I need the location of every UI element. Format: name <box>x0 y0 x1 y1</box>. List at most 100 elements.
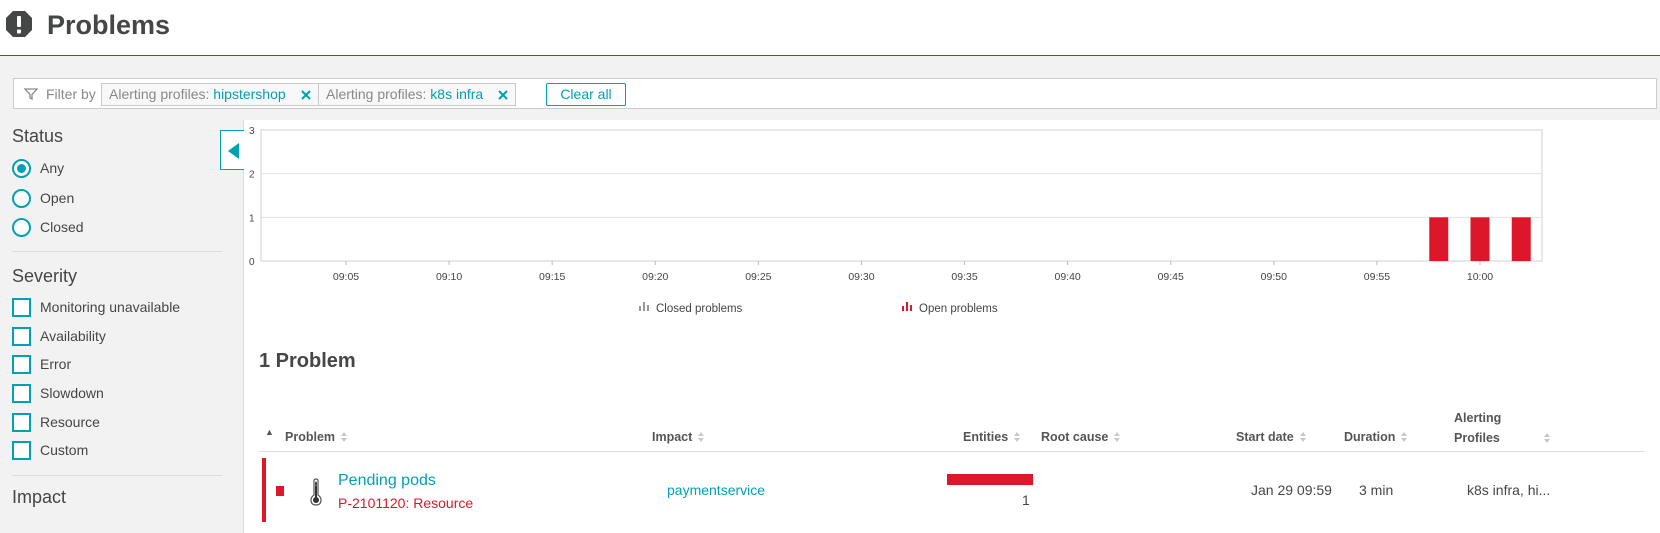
impact-heading: Impact <box>12 487 67 507</box>
status-option-closed[interactable]: Closed <box>12 216 84 238</box>
table-row[interactable]: Pending pods P-2101120: Resource payment… <box>259 458 1644 528</box>
column-label: Duration <box>1344 430 1396 444</box>
filter-bar[interactable]: Filter by Alerting profiles: hipstershop… <box>13 78 1657 109</box>
column-label: Impact <box>652 430 693 444</box>
filter-chip-hipstershop: Alerting profiles: hipstershop <box>101 83 319 106</box>
impact-link[interactable]: paymentservice <box>667 482 765 498</box>
problem-count: 1 Problem <box>259 350 356 372</box>
x-tick-label: 09:30 <box>848 271 874 283</box>
legend-swatch <box>639 306 641 311</box>
severity-option-slowdown[interactable]: Slowdown <box>12 382 104 404</box>
main-panel: 3 2 1 0 09:05 09:10 09:15 09:20 09:25 09:30 09:35 0… <box>243 120 1660 533</box>
column-header-root-cause[interactable]: Root cause <box>1041 430 1121 444</box>
entities-bar <box>947 474 1033 485</box>
checkbox[interactable] <box>12 298 31 317</box>
x-tick-label: 09:05 <box>333 271 359 283</box>
remove-filter-icon[interactable] <box>497 89 509 101</box>
start-date: Jan 29 09:59 <box>1251 482 1332 498</box>
legend-swatch <box>647 305 649 311</box>
sort-icon <box>1014 432 1021 443</box>
checkbox[interactable] <box>12 384 31 403</box>
option-label: Custom <box>40 442 89 458</box>
severity-option-custom[interactable]: Custom <box>12 439 88 461</box>
alert-icon <box>6 11 32 37</box>
filter-icon <box>24 88 38 101</box>
severity-indicator <box>276 486 284 496</box>
option-label: Any <box>40 160 65 176</box>
option-label: Open <box>40 190 75 206</box>
checkbox[interactable] <box>12 327 31 346</box>
table-header: ▲ Problem Impact Entities Root cause Sta… <box>259 400 1644 452</box>
x-tick-label: 09:55 <box>1364 271 1390 283</box>
column-label: Entities <box>963 430 1009 444</box>
column-label: Start date <box>1236 430 1294 444</box>
sort-icon <box>1401 432 1408 443</box>
severity-option-availability[interactable]: Availability <box>12 325 106 347</box>
sort-icon <box>341 432 348 443</box>
legend-swatch <box>902 306 904 311</box>
x-tick-label: 09:25 <box>745 271 771 283</box>
legend-swatch <box>910 305 912 311</box>
status-heading: Status <box>12 126 64 146</box>
radio-button[interactable] <box>12 218 31 237</box>
sort-icon <box>1543 433 1551 444</box>
problems-chart: 3 2 1 0 09:05 09:10 09:15 09:20 09:25 09:30 09:35 0… <box>249 126 1543 315</box>
remove-filter-icon[interactable] <box>300 89 312 101</box>
option-label: Availability <box>40 328 106 344</box>
clear-all-button[interactable]: Clear all <box>546 83 626 106</box>
legend-label: Closed problems <box>656 303 743 315</box>
chip-value: hipstershop <box>213 86 286 102</box>
option-label: Error <box>40 356 72 372</box>
sort-icon <box>1299 432 1307 443</box>
severity-heading: Severity <box>12 266 78 286</box>
checkbox[interactable] <box>12 355 31 374</box>
filter-label: Filter by <box>46 86 96 102</box>
legend-swatch <box>643 302 645 311</box>
severity-option-monitoring-unavailable[interactable]: Monitoring unavailable <box>12 296 180 318</box>
column-header-impact[interactable]: Impact <box>652 430 705 444</box>
collapse-arrow-icon <box>228 143 239 159</box>
column-header-alerting-profiles[interactable]: Alerting Profiles <box>1454 408 1551 448</box>
y-tick-label: 2 <box>249 170 255 181</box>
column-label: Alerting <box>1454 411 1502 425</box>
chip-key: Alerting profiles: <box>326 86 427 102</box>
entities-count: 1 <box>1022 492 1030 508</box>
column-label: Problem <box>285 430 336 444</box>
problem-title-link[interactable]: Pending pods <box>338 472 436 490</box>
chip-key: Alerting profiles: <box>109 86 210 102</box>
option-label: Closed <box>40 219 84 235</box>
column-header-start-date[interactable]: Start date <box>1236 430 1307 444</box>
y-tick-label: 3 <box>249 126 255 137</box>
x-tick-label: 09:50 <box>1261 271 1287 283</box>
radio-button[interactable] <box>12 189 31 208</box>
option-label: Resource <box>40 414 100 430</box>
severity-option-resource[interactable]: Resource <box>12 411 100 433</box>
problem-id: P-2101120: Resource <box>338 495 474 511</box>
column-label: Root cause <box>1041 430 1109 444</box>
sort-asc-indicator[interactable]: ▲ <box>265 427 274 437</box>
chart-bar <box>1511 217 1531 261</box>
x-tick-label: 09:45 <box>1158 271 1184 283</box>
y-tick-label: 0 <box>249 257 255 268</box>
legend-swatch <box>906 302 908 311</box>
checkbox[interactable] <box>12 441 31 460</box>
thermometer-icon <box>310 478 322 506</box>
sort-icon <box>698 432 705 443</box>
collapse-sidebar-button[interactable] <box>220 130 244 170</box>
checkbox[interactable] <box>12 413 31 432</box>
status-option-open[interactable]: Open <box>12 187 74 209</box>
severity-accent-bar <box>262 458 266 522</box>
alerting-profiles: k8s infra, hi... <box>1467 482 1551 498</box>
sort-icon <box>1114 432 1121 443</box>
radio-button[interactable] <box>12 159 31 178</box>
column-header-duration[interactable]: Duration <box>1344 430 1408 444</box>
plot-area <box>260 129 1543 262</box>
column-header-problem[interactable]: Problem <box>285 430 348 444</box>
option-label: Slowdown <box>40 385 104 401</box>
column-header-entities[interactable]: Entities <box>963 430 1021 444</box>
severity-option-error[interactable]: Error <box>12 353 71 375</box>
status-option-any[interactable]: Any <box>12 157 64 179</box>
chip-value: k8s infra <box>430 86 484 102</box>
divider <box>12 475 222 476</box>
x-tick-label: 09:10 <box>436 271 462 283</box>
